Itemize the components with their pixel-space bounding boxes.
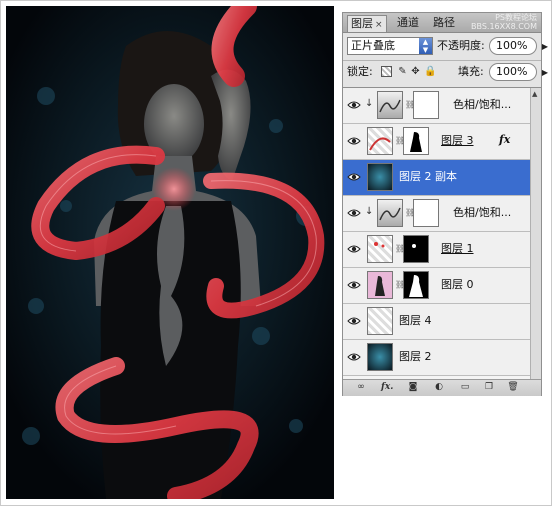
opacity-input[interactable]: 100% ▶ [489, 37, 548, 55]
triangle-right-icon[interactable]: ▶ [542, 39, 548, 55]
blend-mode-value: 正片叠底 [351, 39, 395, 52]
watermark-line1: PS教程论坛 [495, 13, 537, 22]
fill-input[interactable]: 100% ▶ [489, 63, 548, 81]
eye-icon[interactable] [347, 135, 361, 147]
fill-value: 100% [496, 65, 528, 78]
lock-all-icon[interactable]: 🔒 [424, 66, 436, 77]
layer-row[interactable]: 图层 4 [343, 304, 530, 340]
close-icon[interactable]: × [375, 20, 383, 30]
opacity-value: 100% [496, 39, 528, 52]
layer-name: 图层 4 [399, 314, 432, 327]
tab-channels-label: 通道 [397, 16, 419, 29]
opacity-label: 不透明度: [437, 39, 485, 52]
new-group-icon[interactable]: ▭ [459, 382, 471, 393]
tab-paths-label: 路径 [433, 16, 455, 29]
layer-thumbnail[interactable] [367, 163, 393, 191]
clip-arrow-icon: ↓ [365, 98, 374, 109]
layer-name: 图层 1 [441, 242, 474, 255]
add-mask-icon[interactable]: ◙ [407, 382, 419, 393]
eye-icon[interactable] [347, 207, 361, 219]
chain-link-icon[interactable]: ⛓ [405, 100, 415, 110]
layer-thumbnail[interactable] [367, 343, 393, 371]
canvas-artwork[interactable] [6, 6, 334, 499]
layer-row[interactable]: ⛓ 图层 0 [343, 268, 530, 304]
mask-thumbnail[interactable] [403, 235, 429, 263]
chain-link-icon[interactable]: ⛓ [395, 244, 405, 254]
lock-label: 锁定: [347, 65, 373, 78]
watermark: PS教程论坛 BBS.16XX8.COM [471, 13, 537, 31]
tab-channels[interactable]: 通道 [394, 15, 422, 32]
layers-panel: 图层 × 通道 路径 PS教程论坛 BBS.16XX8.COM 正片叠底 ▲ ▼ 不… [342, 12, 548, 396]
layer-thumbnail[interactable] [367, 307, 393, 335]
eye-icon[interactable] [347, 99, 361, 111]
eye-icon[interactable] [347, 351, 361, 363]
layer-thumbnail[interactable] [367, 127, 393, 155]
layer-row[interactable]: ⛓ 图层 3 fx [343, 124, 530, 160]
mask-thumbnail[interactable] [403, 127, 429, 155]
chain-link-icon[interactable]: ⛓ [395, 280, 405, 290]
layer-name: 图层 2 副本 [399, 170, 457, 183]
layer-row[interactable]: ↓ ⛓ 色相/饱和... [343, 196, 530, 232]
lock-move-icon[interactable]: ✥ [410, 66, 421, 77]
clip-arrow-icon: ↓ [365, 206, 374, 217]
tab-layers[interactable]: 图层 × [347, 15, 387, 32]
adjustment-layer-icon[interactable]: ◐ [433, 382, 445, 393]
layer-thumbnail[interactable] [367, 235, 393, 263]
layer-name: 图层 2 [399, 350, 432, 363]
panel-tab-bar: 图层 × 通道 路径 PS教程论坛 BBS.16XX8.COM [343, 13, 541, 33]
watermark-line2: BBS.16XX8.COM [470, 22, 537, 31]
layer-row-selected[interactable]: 图层 2 副本 [343, 160, 530, 196]
trash-icon[interactable]: 🗑 [507, 382, 519, 393]
tab-layers-label: 图层 [351, 17, 373, 30]
layer-row[interactable]: 图层 2 [343, 340, 530, 376]
chain-link-icon[interactable]: ⛓ [395, 136, 405, 146]
triangle-right-icon[interactable]: ▶ [542, 65, 548, 81]
eye-icon[interactable] [347, 315, 361, 327]
eye-icon[interactable] [347, 243, 361, 255]
layer-name: 图层 0 [441, 278, 474, 291]
blend-mode-select[interactable]: 正片叠底 ▲ ▼ [347, 37, 433, 55]
layers-scrollbar[interactable]: ▲ [530, 88, 541, 380]
fx-icon[interactable]: fx [499, 133, 510, 146]
mask-thumbnail[interactable] [413, 91, 439, 119]
lock-paint-icon[interactable]: ✎ [397, 66, 408, 77]
new-layer-icon[interactable]: ❐ [483, 382, 495, 393]
scroll-up-icon[interactable]: ▲ [532, 90, 537, 98]
layer-thumbnail[interactable] [367, 271, 393, 299]
divider [343, 60, 541, 61]
fx-icon[interactable]: fx. [381, 382, 393, 393]
eye-icon[interactable] [347, 279, 361, 291]
layer-row[interactable]: ↓ ⛓ 色相/饱和... [343, 88, 530, 124]
panel-bottom-bar: ∞ fx. ◙ ◐ ▭ ❐ 🗑 [343, 379, 541, 396]
mask-thumbnail[interactable] [403, 271, 429, 299]
blend-opacity-row: 正片叠底 ▲ ▼ 不透明度: 100% ▶ [347, 37, 548, 57]
adjustment-thumbnail[interactable] [377, 91, 403, 119]
layer-name: 色相/饱和... [453, 206, 512, 219]
fill-label: 填充: [458, 65, 484, 78]
layer-row[interactable]: ⛓ 图层 1 [343, 232, 530, 268]
lock-fill-row: 锁定: ✎ ✥ 🔒 填充: 100% ▶ [347, 63, 548, 83]
select-arrows-icon: ▲ ▼ [419, 38, 432, 54]
artwork-illustration [6, 6, 334, 499]
tab-paths[interactable]: 路径 [430, 15, 458, 32]
layer-name: 色相/饱和... [453, 98, 512, 111]
layers-list: ↓ ⛓ 色相/饱和... ⛓ 图层 3 fx 图层 2 副本 ↓ ⛓ 色相/饱和… [343, 87, 541, 380]
layer-name: 图层 3 [441, 134, 474, 147]
mask-thumbnail[interactable] [413, 199, 439, 227]
link-layers-icon[interactable]: ∞ [355, 382, 367, 393]
adjustment-thumbnail[interactable] [377, 199, 403, 227]
lock-transparency-icon[interactable] [381, 66, 392, 77]
eye-icon[interactable] [347, 171, 361, 183]
chain-link-icon[interactable]: ⛓ [405, 208, 415, 218]
